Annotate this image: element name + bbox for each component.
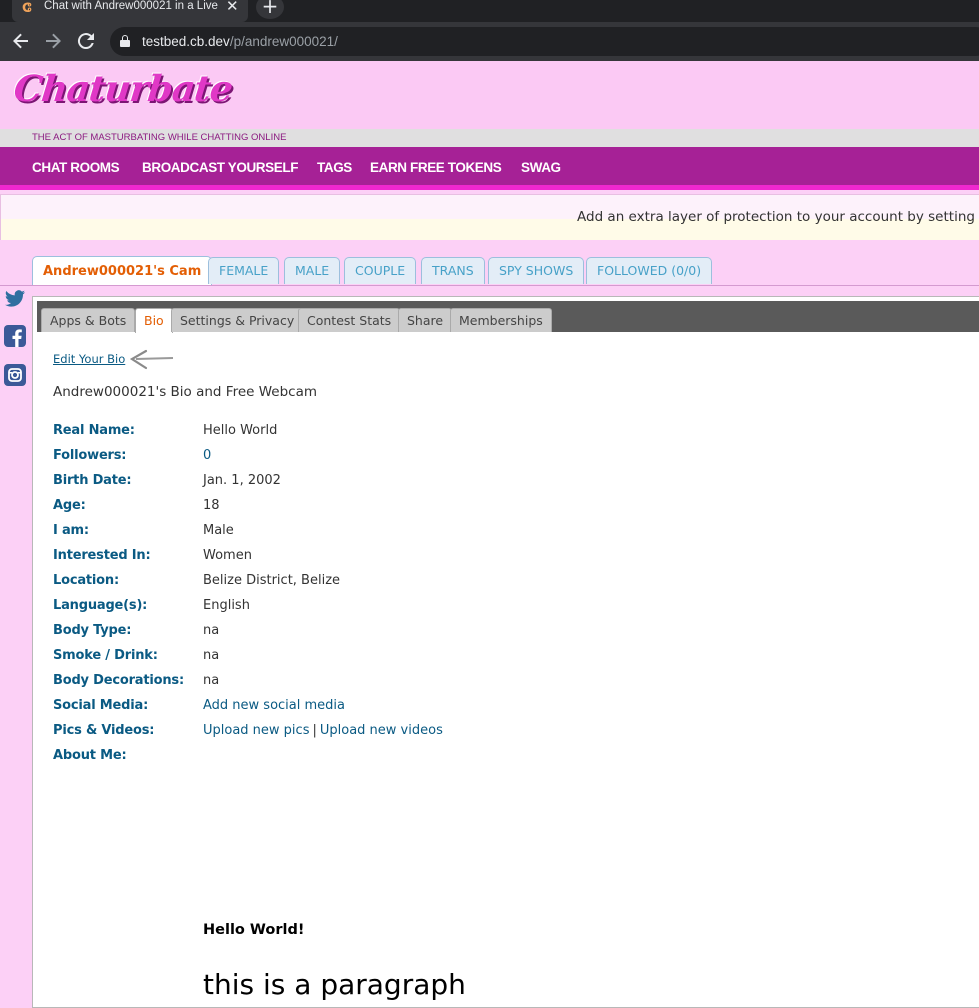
tab-my-cam[interactable]: Andrew000021's Cam (32, 256, 213, 286)
label-real-name: Real Name: (53, 423, 135, 438)
url-text: testbed.cb.dev/p/andrew000021/ (142, 33, 338, 50)
value-interested-in: Women (203, 548, 252, 563)
browser-tab[interactable]: ⵛ Chat with Andrew000021 in a Live ✕ (12, 0, 248, 22)
tab-close-icon[interactable]: ✕ (226, 0, 239, 14)
value-i-am: Male (203, 523, 234, 538)
nav-broadcast-yourself[interactable]: BROADCAST YOURSELF (142, 160, 298, 176)
tagline-bar: THE ACT OF MASTURBATING WHILE CHATTING O… (0, 129, 979, 147)
main-nav: CHAT ROOMS BROADCAST YOURSELF TAGS EARN … (0, 147, 979, 185)
label-about-me: About Me: (53, 748, 127, 763)
chaturbate-favicon-icon: ⵛ (22, 1, 32, 16)
twitter-icon[interactable] (4, 288, 26, 310)
subtab-bar: Apps & Bots Bio Settings & Privacy Conte… (37, 301, 979, 333)
tab-couple[interactable]: COUPLE (344, 257, 417, 284)
back-arrow-icon[interactable] (9, 29, 33, 53)
label-age: Age: (53, 498, 86, 513)
value-smoke-drink: na (203, 648, 220, 663)
subtab-memberships[interactable]: Memberships (450, 308, 552, 332)
tab-spy-shows[interactable]: SPY SHOWS (488, 257, 585, 284)
content-panel: Apps & Bots Bio Settings & Privacy Conte… (32, 296, 979, 1008)
subtab-apps-bots[interactable]: Apps & Bots (41, 308, 136, 332)
subtab-share[interactable]: Share (398, 308, 453, 332)
instagram-icon[interactable] (4, 364, 26, 386)
room-tabs: Andrew000021's Cam FEMALE MALE COUPLE TR… (0, 256, 979, 286)
forward-arrow-icon[interactable] (41, 29, 65, 53)
links-separator: | (312, 723, 317, 738)
add-social-media-link[interactable]: Add new social media (203, 698, 345, 714)
room-tabs-divider (0, 285, 979, 286)
edit-bio-link[interactable]: Edit Your Bio (53, 352, 125, 366)
label-birth-date: Birth Date: (53, 473, 132, 488)
subtab-settings-privacy[interactable]: Settings & Privacy (171, 308, 304, 332)
browser-tabstrip: ⵛ Chat with Andrew000021 in a Live ✕ + (0, 0, 979, 22)
tab-followed[interactable]: FOLLOWED (0/0) (586, 257, 713, 284)
tab-trans[interactable]: TRANS (421, 257, 485, 284)
label-i-am: I am: (53, 523, 89, 538)
bio-heading: Andrew000021's Bio and Free Webcam (53, 384, 318, 400)
value-location: Belize District, Belize (203, 573, 341, 588)
label-body-decorations: Body Decorations: (53, 673, 184, 688)
value-pics-videos: Upload new pics | Upload new videos (203, 723, 443, 739)
value-languages: English (203, 598, 250, 613)
browser-toolbar: testbed.cb.dev/p/andrew000021/ (0, 22, 979, 61)
label-social-media: Social Media: (53, 698, 149, 713)
nav-chat-rooms[interactable]: CHAT ROOMS (32, 160, 120, 176)
value-body-decorations: na (203, 673, 220, 688)
label-pics-videos: Pics & Videos: (53, 723, 155, 738)
label-location: Location: (53, 573, 119, 588)
about-me-heading: Hello World! (203, 922, 305, 938)
upload-videos-link[interactable]: Upload new videos (320, 723, 443, 738)
upload-pics-link[interactable]: Upload new pics (203, 723, 309, 738)
tagline: THE ACT OF MASTURBATING WHILE CHATTING O… (32, 132, 287, 143)
nav-swag[interactable]: SWAG (521, 160, 561, 176)
nav-earn-free-tokens[interactable]: EARN FREE TOKENS (370, 160, 502, 176)
left-arrow-hint-icon (129, 349, 174, 370)
value-birth-date: Jan. 1, 2002 (203, 473, 281, 488)
value-real-name: Hello World (203, 423, 278, 438)
label-body-type: Body Type: (53, 623, 132, 638)
reload-icon[interactable] (74, 29, 98, 53)
label-followers: Followers: (53, 448, 127, 463)
about-me-paragraph: this is a paragraph (203, 968, 466, 1001)
subtab-contest-stats[interactable]: Contest Stats (298, 308, 401, 332)
url-host: testbed.cb.dev (142, 34, 230, 49)
tab-female[interactable]: FEMALE (208, 257, 280, 284)
tab-male[interactable]: MALE (284, 257, 341, 284)
site-logo[interactable]: Chaturbate (12, 67, 235, 111)
value-age: 18 (203, 498, 220, 513)
value-body-type: na (203, 623, 220, 638)
security-notice[interactable]: Add an extra layer of protection to your… (0, 194, 979, 240)
site-header: Chaturbate (0, 61, 979, 129)
subtab-bio[interactable]: Bio (135, 308, 173, 333)
label-languages: Language(s): (53, 598, 148, 613)
new-tab-button[interactable]: + (256, 0, 284, 19)
value-followers[interactable]: 0 (203, 448, 211, 464)
address-bar[interactable]: testbed.cb.dev/p/andrew000021/ (110, 27, 979, 56)
nav-tags[interactable]: TAGS (317, 160, 352, 176)
tab-title: Chat with Andrew000021 in a Live (44, 0, 218, 12)
lock-icon[interactable] (120, 35, 130, 47)
notice-text: Add an extra layer of protection to your… (577, 209, 979, 225)
url-path: /p/andrew000021/ (229, 34, 338, 49)
label-interested-in: Interested In: (53, 548, 151, 563)
label-smoke-drink: Smoke / Drink: (53, 648, 158, 663)
facebook-icon[interactable] (4, 325, 26, 347)
